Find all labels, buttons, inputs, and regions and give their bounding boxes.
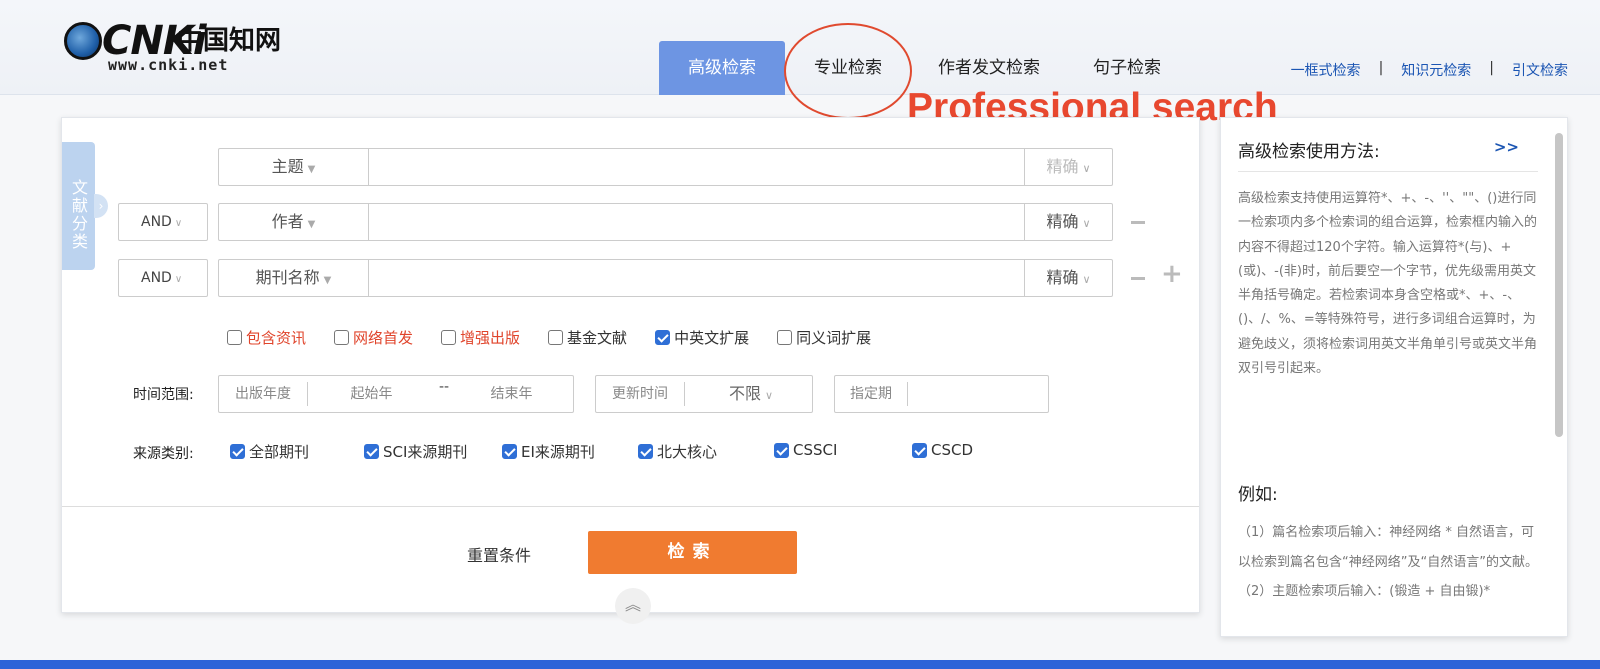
search-field-row-1: 主题 ▼ 精确 ∨ xyxy=(218,148,1113,186)
checkbox-checked[interactable] xyxy=(502,444,517,459)
search-field-row-3: 期刊名称 ▼ 精确 ∨ xyxy=(218,259,1113,297)
reset-button[interactable]: 重置条件 xyxy=(467,542,531,566)
logo-chinese-name: 中国知网 xyxy=(177,26,282,56)
checkbox-checked[interactable] xyxy=(638,444,653,459)
link-separator: | xyxy=(1489,60,1494,76)
chevron-down-icon: ∨ xyxy=(764,389,774,402)
field-selector[interactable]: 主题 ▼ xyxy=(219,149,369,185)
search-options: 包含资讯 网络首发 增强出版 基金文献 中英文扩展 同义词扩展 xyxy=(227,327,899,348)
header: CNKi 中国知网 www.cnki.net 高级检索 专业检索 作者发文检索 … xyxy=(0,0,1600,95)
chevron-double-up-icon[interactable]: ︽ xyxy=(615,588,651,624)
tab-professional-search[interactable]: 专业检索 xyxy=(785,41,911,95)
help-scrollbar[interactable] xyxy=(1555,133,1563,437)
link-simple-search[interactable]: 一框式检索 xyxy=(1291,60,1361,80)
search-input-1[interactable] xyxy=(371,151,1011,183)
option-cn-en-expand[interactable]: 中英文扩展 xyxy=(655,327,749,348)
add-row-icon[interactable]: + xyxy=(1161,261,1183,287)
checkbox-checked[interactable] xyxy=(774,442,789,458)
range-dash: -- xyxy=(439,379,450,395)
search-input-3[interactable] xyxy=(371,262,1011,294)
help-example-title: 例如: xyxy=(1238,485,1278,505)
update-time-value: 不限 ∨ xyxy=(728,384,774,403)
search-panel: 文献分类 › 主题 ▼ 精确 ∨ AND ∨ 作者 ▼ 精确 ∨ AND ∨ 期刊名称 ▼ 精… xyxy=(61,117,1200,624)
logic-operator-select[interactable]: AND ∨ xyxy=(118,203,208,241)
logo-url: www.cnki.net xyxy=(108,56,229,74)
end-year-input[interactable]: 结束年 xyxy=(459,376,564,412)
update-time-select[interactable]: 更新时间 不限 ∨ xyxy=(595,375,813,413)
divider xyxy=(1238,171,1538,172)
checkbox-checked[interactable] xyxy=(230,444,245,459)
specified-period-label: 指定期 xyxy=(850,386,892,402)
time-range-label: 时间范围: xyxy=(133,387,194,403)
source-cscd[interactable]: CSCD xyxy=(912,441,973,459)
help-more-link[interactable]: >> xyxy=(1494,138,1519,156)
field-selector[interactable]: 作者 ▼ xyxy=(219,204,369,240)
link-citation-search[interactable]: 引文检索 xyxy=(1512,60,1568,80)
checkbox[interactable] xyxy=(777,330,793,345)
globe-icon xyxy=(64,22,102,60)
source-cssci[interactable]: CSSCI xyxy=(774,441,837,459)
checkbox[interactable] xyxy=(227,330,242,345)
help-example-body: （1）篇名检索项后输入：神经网络 * 自然语言，可以检索到篇名包含“神经网络”及… xyxy=(1238,525,1538,599)
chevron-down-icon: ∨ xyxy=(174,274,183,285)
chevron-down-icon: ∨ xyxy=(1082,217,1091,230)
source-all-journals[interactable]: 全部期刊 xyxy=(230,441,309,462)
source-ei[interactable]: EI来源期刊 xyxy=(502,441,595,462)
caret-down-icon: ▼ xyxy=(307,219,316,230)
remove-row-icon[interactable] xyxy=(1131,277,1145,280)
source-pku-core[interactable]: 北大核心 xyxy=(638,441,717,462)
help-body: 高级检索支持使用运算符*、+、-、''、""、()进行同一检索项内多个检索词的组… xyxy=(1238,191,1538,377)
chevron-right-icon[interactable]: › xyxy=(94,194,108,218)
caret-down-icon: ▼ xyxy=(323,275,332,286)
option-fund-docs[interactable]: 基金文献 xyxy=(548,327,627,348)
checkbox[interactable] xyxy=(334,330,350,345)
remove-row-icon[interactable] xyxy=(1131,221,1145,224)
cnki-logo[interactable]: CNKi 中国知网 www.cnki.net xyxy=(64,18,294,78)
field-selector[interactable]: 期刊名称 ▼ xyxy=(219,260,369,296)
search-button[interactable]: 检索 xyxy=(588,531,797,574)
update-time-label: 更新时间 xyxy=(612,386,668,402)
option-online-first[interactable]: 网络首发 xyxy=(334,327,413,348)
link-separator: | xyxy=(1378,60,1384,76)
help-title: 高级检索使用方法: xyxy=(1238,142,1380,162)
top-links: 一框式检索 | 知识元检索 | 引文检索 xyxy=(1291,60,1568,80)
checkbox-checked[interactable] xyxy=(655,330,671,345)
option-include-news[interactable]: 包含资讯 xyxy=(227,327,306,348)
category-toggle[interactable]: 文献分类 xyxy=(62,142,95,270)
match-selector[interactable]: 精确 ∨ xyxy=(1024,204,1112,240)
tab-advanced-search[interactable]: 高级检索 xyxy=(659,41,785,95)
link-knowledge-search[interactable]: 知识元检索 xyxy=(1401,60,1471,80)
caret-down-icon: ▼ xyxy=(307,164,316,175)
checkbox[interactable] xyxy=(548,330,564,345)
option-enhanced-pub[interactable]: 增强出版 xyxy=(441,327,520,348)
help-panel: 高级检索使用方法: >> 高级检索支持使用运算符*、+、-、''、""、()进行… xyxy=(1220,117,1568,637)
option-synonym-expand[interactable]: 同义词扩展 xyxy=(777,327,871,348)
checkbox-checked[interactable] xyxy=(912,442,927,458)
divider xyxy=(62,506,1199,507)
chevron-down-icon: ∨ xyxy=(174,218,183,229)
source-sci[interactable]: SCI来源期刊 xyxy=(364,441,467,462)
search-input-2[interactable] xyxy=(371,206,1011,238)
start-year-input[interactable]: 起始年 xyxy=(319,376,424,412)
checkbox-checked[interactable] xyxy=(364,444,379,459)
match-selector[interactable]: 精确 ∨ xyxy=(1024,149,1112,185)
pub-year-label: 出版年度 xyxy=(235,386,291,402)
checkbox[interactable] xyxy=(441,330,457,345)
search-field-row-2: 作者 ▼ 精确 ∨ xyxy=(218,203,1113,241)
chevron-down-icon: ∨ xyxy=(1082,273,1091,286)
source-type-label: 来源类别: xyxy=(133,446,194,462)
chevron-down-icon: ∨ xyxy=(1082,162,1091,175)
match-selector[interactable]: 精确 ∨ xyxy=(1024,260,1112,296)
specified-period[interactable]: 指定期 xyxy=(834,375,1049,413)
footer-bar xyxy=(0,660,1600,669)
logic-operator-select[interactable]: AND ∨ xyxy=(118,259,208,297)
pub-year-range: 出版年度 起始年 -- 结束年 xyxy=(218,375,574,413)
